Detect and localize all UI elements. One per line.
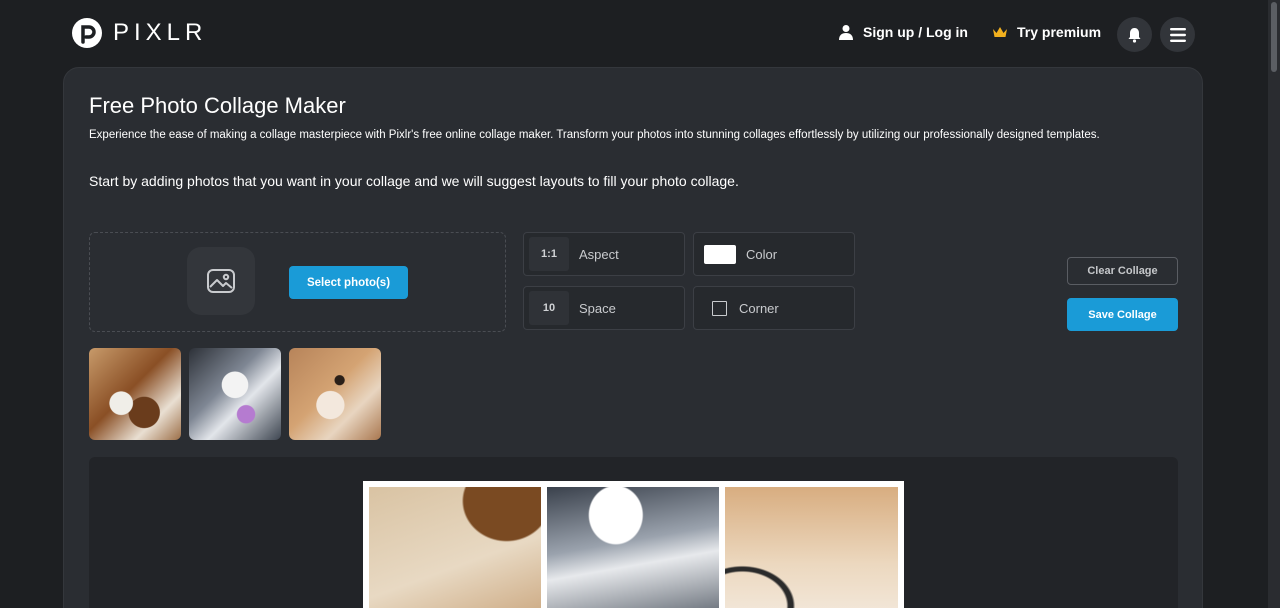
- menu-button[interactable]: [1160, 17, 1195, 52]
- signup-login-link[interactable]: Sign up / Log in: [838, 24, 968, 40]
- collage-preview[interactable]: [363, 481, 904, 608]
- color-option[interactable]: Color: [693, 232, 855, 276]
- premium-label: Try premium: [1017, 24, 1102, 40]
- space-value: 10: [529, 291, 569, 325]
- photo-thumbnail-2[interactable]: [189, 348, 281, 440]
- aspect-value: 1:1: [529, 237, 569, 271]
- signup-label: Sign up / Log in: [863, 24, 968, 40]
- color-swatch: [704, 244, 736, 264]
- pixlr-logo[interactable]: PIXLR: [71, 17, 207, 49]
- aspect-option[interactable]: 1:1 Aspect: [523, 232, 685, 276]
- photo-thumbnail-1[interactable]: [89, 348, 181, 440]
- page-lead-text: Start by adding photos that you want in …: [89, 173, 739, 189]
- hamburger-menu-icon: [1169, 27, 1186, 42]
- page-scrollbar[interactable]: [1268, 0, 1280, 608]
- image-upload-icon-tile: [187, 247, 255, 315]
- crown-icon: [993, 27, 1007, 37]
- corner-option[interactable]: Corner: [693, 286, 855, 330]
- aspect-label: Aspect: [579, 246, 619, 262]
- collage-cell-2[interactable]: [547, 487, 719, 608]
- page-description: Experience the ease of making a collage …: [89, 129, 1100, 141]
- try-premium-link[interactable]: Try premium: [992, 24, 1101, 40]
- space-option[interactable]: 10 Space: [523, 286, 685, 330]
- photo-drop-zone[interactable]: Select photo(s): [89, 232, 506, 332]
- collage-cell-3[interactable]: [725, 487, 898, 608]
- photo-thumbnail-3[interactable]: [289, 348, 381, 440]
- save-collage-button[interactable]: Save Collage: [1067, 298, 1178, 331]
- clear-collage-button[interactable]: Clear Collage: [1067, 257, 1178, 285]
- scrollbar-thumb[interactable]: [1271, 2, 1277, 72]
- image-icon: [207, 269, 235, 293]
- top-bar: PIXLR Sign up / Log in Try premium: [0, 0, 1268, 68]
- pixlr-logo-icon: [72, 18, 102, 48]
- corner-label: Corner: [739, 300, 779, 316]
- user-icon: [839, 25, 853, 40]
- space-label: Space: [579, 300, 616, 316]
- color-label: Color: [746, 246, 778, 262]
- logo-text: PIXLR: [113, 19, 208, 46]
- page-title: Free Photo Collage Maker: [89, 93, 346, 118]
- collage-cell-1[interactable]: [369, 487, 541, 608]
- select-photos-button[interactable]: Select photo(s): [289, 266, 408, 299]
- notifications-button[interactable]: [1117, 17, 1152, 52]
- bell-icon: [1128, 27, 1141, 43]
- corner-square-icon: [712, 300, 727, 316]
